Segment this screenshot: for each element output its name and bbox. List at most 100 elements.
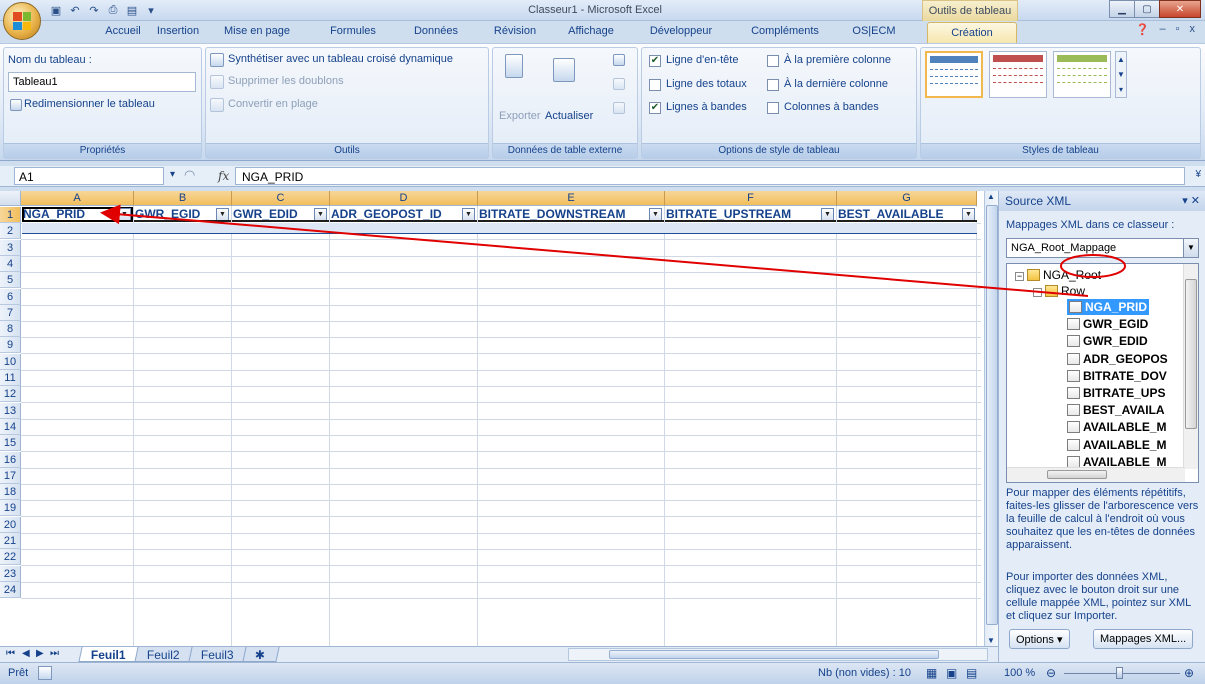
column-header-f[interactable]: F	[665, 191, 837, 206]
row-header[interactable]: 5	[0, 272, 21, 289]
view-layout-icon[interactable]: ▣	[946, 666, 957, 680]
preview-icon[interactable]: ▤	[124, 3, 140, 19]
horizontal-scrollbar[interactable]	[568, 648, 988, 661]
tree-row-node[interactable]: Row	[1045, 283, 1085, 299]
tab-complements[interactable]: Compléments	[746, 25, 824, 43]
zoom-slider-thumb[interactable]	[1116, 667, 1123, 679]
formula-input[interactable]: NGA_PRID	[235, 167, 1185, 185]
row-header[interactable]: 10	[0, 353, 21, 370]
help-icon[interactable]: ❓	[1136, 23, 1150, 36]
tab-developpeur[interactable]: Développeur	[645, 25, 717, 43]
export-button[interactable]: Exporter	[499, 110, 541, 122]
table-name-input[interactable]: Tableau1	[8, 72, 196, 92]
row-header[interactable]: 9	[0, 337, 21, 354]
column-header-e[interactable]: E	[478, 191, 665, 206]
xml-map-select[interactable]: NGA_Root_Mappage ▼	[1006, 238, 1199, 258]
insert-sheet-icon[interactable]: ✱	[242, 647, 280, 662]
tree-element-node[interactable]: NGA_PRID	[1067, 299, 1150, 315]
refresh-button[interactable]: Actualiser	[545, 110, 593, 122]
tab-donnees[interactable]: Données	[408, 25, 464, 43]
formula-cancel-icon[interactable]: ◠	[184, 167, 195, 183]
tab-accueil[interactable]: Accueil	[98, 25, 148, 43]
row-header[interactable]: 11	[0, 370, 21, 386]
maximize-button[interactable]: ▢	[1134, 0, 1160, 18]
sheet-tab-feuil1[interactable]: Feuil1	[78, 647, 139, 662]
first-sheet-icon[interactable]: ⏮	[6, 648, 15, 659]
save-icon[interactable]: ▣	[48, 3, 64, 19]
xml-maps-button[interactable]: Mappages XML...	[1093, 629, 1194, 649]
table-style-blue[interactable]	[925, 51, 983, 98]
ribbon-restore-icon[interactable]: ▫	[1176, 23, 1180, 36]
open-browser-icon[interactable]	[613, 78, 625, 90]
row-header[interactable]: 16	[0, 451, 21, 468]
filter-dropdown-icon[interactable]: ▼	[216, 208, 229, 220]
column-header-a[interactable]: A	[21, 191, 134, 206]
tab-insertion[interactable]: Insertion	[150, 25, 206, 43]
tab-mise-en-page[interactable]: Mise en page	[220, 25, 294, 43]
worksheet-grid[interactable]: A B C D E F G 1 2 3 4 5 6 7 8 9 10 11 12 13 14 15 16 17 1…	[0, 191, 984, 646]
tree-element-node[interactable]: GWR_EDID	[1067, 333, 1148, 349]
pane-close-icon[interactable]: ▾ ✕	[1182, 194, 1200, 207]
tab-creation[interactable]: Création	[927, 22, 1017, 43]
scroll-down-icon[interactable]: ▼	[987, 636, 995, 645]
table-header-cell[interactable]: ADR_GEOPOST_ID ▼	[330, 207, 477, 222]
table-header-cell[interactable]: BITRATE_UPSTREAM ▼	[665, 207, 836, 222]
close-button[interactable]: ✕	[1159, 0, 1201, 18]
tree-element-node[interactable]: AVAILABLE_M	[1067, 437, 1167, 453]
tree-element-node[interactable]: GWR_EGID	[1067, 316, 1148, 332]
table-header-cell[interactable]: BEST_AVAILABLE ▼	[837, 207, 977, 222]
qat-customize-icon[interactable]: ▾	[143, 3, 159, 19]
scroll-up-icon[interactable]: ▲	[987, 192, 995, 201]
chevron-down-icon[interactable]: ▼	[1183, 239, 1198, 257]
print-icon[interactable]: ⎙	[105, 3, 121, 19]
row-header[interactable]: 7	[0, 304, 21, 321]
row-header[interactable]: 4	[0, 255, 21, 272]
select-all-corner[interactable]	[0, 191, 21, 206]
row-header[interactable]: 6	[0, 288, 21, 305]
last-column-checkbox[interactable]	[767, 79, 779, 91]
filter-dropdown-icon[interactable]: ▼	[462, 208, 475, 220]
header-row-checkbox[interactable]: ✔	[649, 55, 661, 67]
table-style-red[interactable]	[989, 51, 1047, 98]
tree-element-node[interactable]: BITRATE_DOV	[1067, 368, 1167, 384]
column-header-b[interactable]: B	[134, 191, 232, 206]
row-header[interactable]: 2	[0, 223, 21, 240]
filter-dropdown-icon[interactable]: ▼	[962, 208, 975, 220]
tab-revision[interactable]: Révision	[488, 25, 542, 43]
tree-element-node[interactable]: AVAILABLE_M	[1067, 419, 1167, 435]
row-header[interactable]: 8	[0, 321, 21, 338]
sheet-tab-feuil3[interactable]: Feuil3	[188, 647, 247, 662]
last-sheet-icon[interactable]: ⏭	[50, 648, 59, 659]
tree-element-node[interactable]: ADR_GEOPOS	[1067, 351, 1168, 367]
styles-scroll-icon[interactable]: ▲ ▼ ▾	[1115, 51, 1127, 98]
row-header[interactable]: 22	[0, 549, 21, 566]
properties-icon[interactable]	[613, 54, 625, 66]
ribbon-close-icon[interactable]: x	[1190, 23, 1196, 36]
tree-element-node[interactable]: BITRATE_UPS	[1067, 385, 1165, 401]
unlink-icon[interactable]	[613, 102, 625, 114]
tree-horizontal-scrollbar[interactable]	[1007, 467, 1185, 482]
zoom-out-icon[interactable]: ⊖	[1046, 666, 1056, 680]
row-header[interactable]: 15	[0, 435, 21, 452]
column-header-d[interactable]: D	[330, 191, 478, 206]
table-header-cell[interactable]: GWR_EDID ▼	[232, 207, 329, 222]
row-header[interactable]: 19	[0, 500, 21, 517]
tree-element-node[interactable]: BEST_AVAILA	[1067, 402, 1165, 418]
fx-icon[interactable]: fx	[218, 169, 229, 183]
view-pagebreak-icon[interactable]: ▤	[966, 666, 977, 680]
ribbon-minimize-icon[interactable]: –	[1159, 23, 1165, 36]
table-header-cell[interactable]: GWR_EGID ▼	[134, 207, 231, 222]
xml-tree[interactable]: − NGA_Root − Row NGA_PRID GWR_EGID GWR_EDI…	[1006, 263, 1199, 483]
vertical-scroll-thumb[interactable]	[986, 205, 998, 625]
remove-duplicates-button[interactable]: Supprimer les doublons	[228, 75, 344, 87]
view-normal-icon[interactable]: ▦	[926, 666, 937, 680]
row-header[interactable]: 24	[0, 581, 21, 598]
filter-dropdown-icon[interactable]: ▼	[118, 208, 131, 220]
table-style-green[interactable]	[1053, 51, 1111, 98]
tree-hscroll-thumb[interactable]	[1047, 470, 1107, 479]
undo-icon[interactable]: ↶	[67, 3, 83, 19]
table-header-cell[interactable]: BITRATE_DOWNSTREAM ▼	[478, 207, 664, 222]
collapse-icon[interactable]: −	[1015, 272, 1024, 281]
resize-table-button[interactable]: Redimensionner le tableau	[24, 98, 155, 110]
row-header[interactable]: 1	[0, 207, 21, 223]
